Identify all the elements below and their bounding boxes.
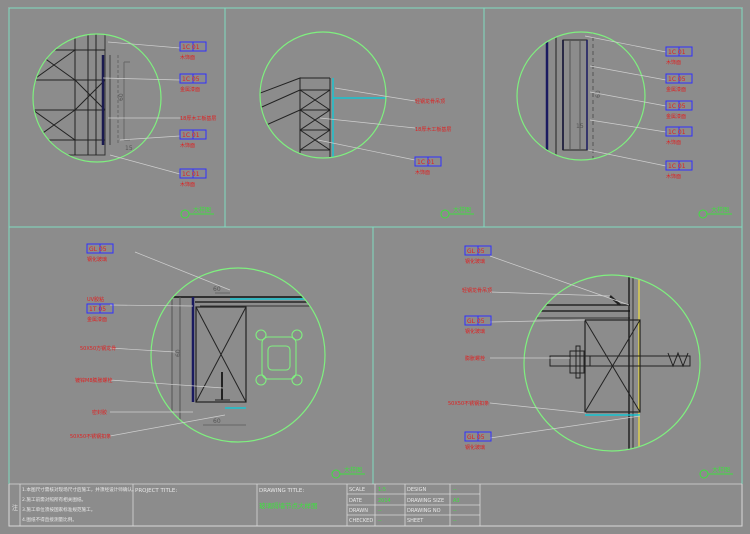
svg-text:1T 05: 1T 05	[89, 306, 106, 313]
svg-text:大样图: 大样图	[453, 206, 471, 214]
svg-text:大样图: 大样图	[193, 206, 211, 214]
svg-text:GL 05: GL 05	[89, 246, 107, 253]
material-label: 18厚木工板基层	[180, 115, 216, 122]
drawing-title: 玻璃隔墙节点大样图	[259, 501, 318, 510]
svg-text:钢化玻璃: 钢化玻璃	[87, 256, 107, 263]
svg-text:1C 01: 1C 01	[668, 129, 686, 136]
drawing-no-label: DRAWING NO	[407, 508, 441, 514]
svg-text:木饰面: 木饰面	[180, 142, 195, 149]
design-label: DESIGN	[407, 487, 427, 493]
checked-label: CHECKED	[349, 518, 373, 524]
svg-text:金属漆面: 金属漆面	[87, 316, 107, 323]
dim-label: 60	[175, 349, 182, 357]
note-line: 1.本图尺寸需核对现场尺寸后施工，并须经设计师确认。	[22, 486, 137, 493]
svg-text:1C 05: 1C 05	[668, 103, 686, 110]
svg-text:GL 05: GL 05	[467, 248, 485, 255]
svg-text:1C 01: 1C 01	[182, 171, 200, 178]
svg-text:金属漆面: 金属漆面	[666, 113, 686, 120]
cad-drawing-sheet: 60 15 60 15 60 60 60 1C 01 木饰面 1C 05 金属漆…	[0, 0, 750, 530]
drawn-value: --	[378, 508, 382, 514]
svg-text:钢化玻璃: 钢化玻璃	[465, 328, 485, 335]
drawing-size-label: DRAWING SIZE	[407, 498, 444, 504]
notes-label: 注	[12, 504, 18, 512]
svg-text:GL 05: GL 05	[467, 318, 485, 325]
note-line: 3.施工单位须按国家标准规范施工。	[22, 506, 95, 513]
checked-value: --	[378, 518, 382, 524]
svg-text:1C 05: 1C 05	[668, 76, 686, 83]
dim-label: 60	[213, 418, 221, 425]
material-label: 膨胀螺栓	[465, 355, 485, 362]
material-label: 50X50方钢龙骨	[80, 345, 116, 352]
date-label: DATE	[349, 498, 362, 504]
svg-text:钢化玻璃: 钢化玻璃	[465, 258, 485, 265]
note-line: 2.施工前需对照所有相关图纸。	[22, 496, 86, 503]
svg-text:钢化玻璃: 钢化玻璃	[465, 444, 485, 451]
material-label: 18厚木工板基层	[415, 126, 451, 133]
material-label: 密封胶	[92, 409, 107, 416]
material-label: 50X50不锈钢扣条	[448, 400, 489, 407]
dim-label: 60	[213, 286, 221, 293]
material-label: 轻钢龙骨吊顶	[415, 98, 445, 105]
sheet-value: --	[453, 518, 457, 524]
svg-text:木饰面: 木饰面	[180, 54, 195, 61]
material-label: UV胶粘	[87, 296, 104, 303]
note-line: 4.图纸不得直接测量比例。	[22, 516, 77, 523]
dim-label: 15	[125, 145, 133, 152]
svg-text:1C 01: 1C 01	[417, 159, 435, 166]
svg-text:GL 05: GL 05	[467, 434, 485, 441]
svg-text:1C 01: 1C 01	[668, 49, 686, 56]
svg-text:金属漆面: 金属漆面	[666, 86, 686, 93]
design-value: --	[453, 487, 457, 493]
material-label: 轻钢龙骨吊顶	[462, 287, 492, 294]
drawing-canvas: 60 15 60 15 60 60 60 1C 01 木饰面 1C 05 金属漆…	[0, 0, 750, 530]
svg-text:1C 01: 1C 01	[182, 44, 200, 51]
svg-text:1C 01: 1C 01	[182, 132, 200, 139]
material-label: 50X50不锈钢扣条	[70, 433, 111, 440]
material-label: 镀锌M8膨胀螺栓	[75, 377, 113, 384]
svg-text:金属漆面: 金属漆面	[180, 86, 200, 93]
drawn-label: DRAWN	[349, 508, 368, 514]
svg-text:木饰面: 木饰面	[666, 173, 681, 180]
svg-text:木饰面: 木饰面	[666, 139, 681, 146]
scale-value: 1:5	[378, 487, 386, 493]
svg-text:木饰面: 木饰面	[180, 181, 195, 188]
date-value: 2014	[378, 498, 391, 504]
drawing-no-value: --	[453, 508, 457, 514]
drawing-size-value: A3	[453, 498, 460, 504]
svg-text:1C 01: 1C 01	[668, 163, 686, 170]
svg-text:1C 05: 1C 05	[182, 76, 200, 83]
sheet-label: SHEET	[407, 518, 424, 524]
dim-label: 60	[118, 93, 125, 101]
svg-text:大样图: 大样图	[711, 206, 729, 214]
scale-label: SCALE	[349, 487, 365, 493]
project-title-label: PROJECT TITLE:	[135, 488, 177, 494]
drawing-title-label: DRAWING TITLE:	[259, 488, 304, 494]
svg-text:大样图: 大样图	[344, 466, 362, 474]
svg-text:木饰面: 木饰面	[415, 169, 430, 176]
dim-label: 15	[576, 123, 584, 130]
svg-text:大样图: 大样图	[712, 466, 730, 474]
svg-text:木饰面: 木饰面	[666, 59, 681, 66]
